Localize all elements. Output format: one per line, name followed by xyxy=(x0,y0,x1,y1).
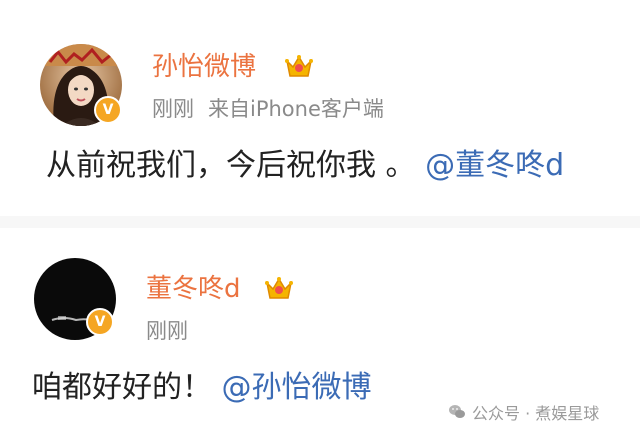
mention-link[interactable]: @董冬咚d xyxy=(425,148,564,183)
username[interactable]: 孙怡微博 xyxy=(152,52,256,82)
avatar[interactable]: V xyxy=(40,44,122,126)
avatar[interactable]: V xyxy=(34,258,116,340)
post-meta: 刚刚 来自iPhone客户端 xyxy=(152,96,384,122)
verified-badge-icon: V xyxy=(94,96,122,124)
post-time: 刚刚 xyxy=(146,319,188,343)
post-time: 刚刚 xyxy=(152,97,194,121)
weibo-post-1: V 孙怡微博 刚刚 来自iPhone客户端 从前祝我们，今后祝你我 。 @董冬咚d xyxy=(0,0,640,216)
mention-link[interactable]: @孙怡微博 xyxy=(222,370,372,405)
watermark-text: 公众号 · 煮娱星球 xyxy=(472,404,600,423)
post-text: 咱都好好的！ xyxy=(32,370,212,405)
watermark: 公众号 · 煮娱星球 xyxy=(448,400,599,424)
post-source[interactable]: 来自iPhone客户端 xyxy=(208,97,384,121)
crown-icon xyxy=(285,55,313,77)
post-content: 从前祝我们，今后祝你我 。 @董冬咚d xyxy=(46,148,564,184)
post-text: 从前祝我们，今后祝你我 。 xyxy=(46,148,416,183)
post-content: 咱都好好的！ @孙怡微博 xyxy=(32,370,372,406)
crown-icon xyxy=(265,277,293,299)
verified-badge-icon: V xyxy=(86,308,114,336)
wechat-icon xyxy=(449,405,465,418)
username[interactable]: 董冬咚d xyxy=(146,274,241,304)
